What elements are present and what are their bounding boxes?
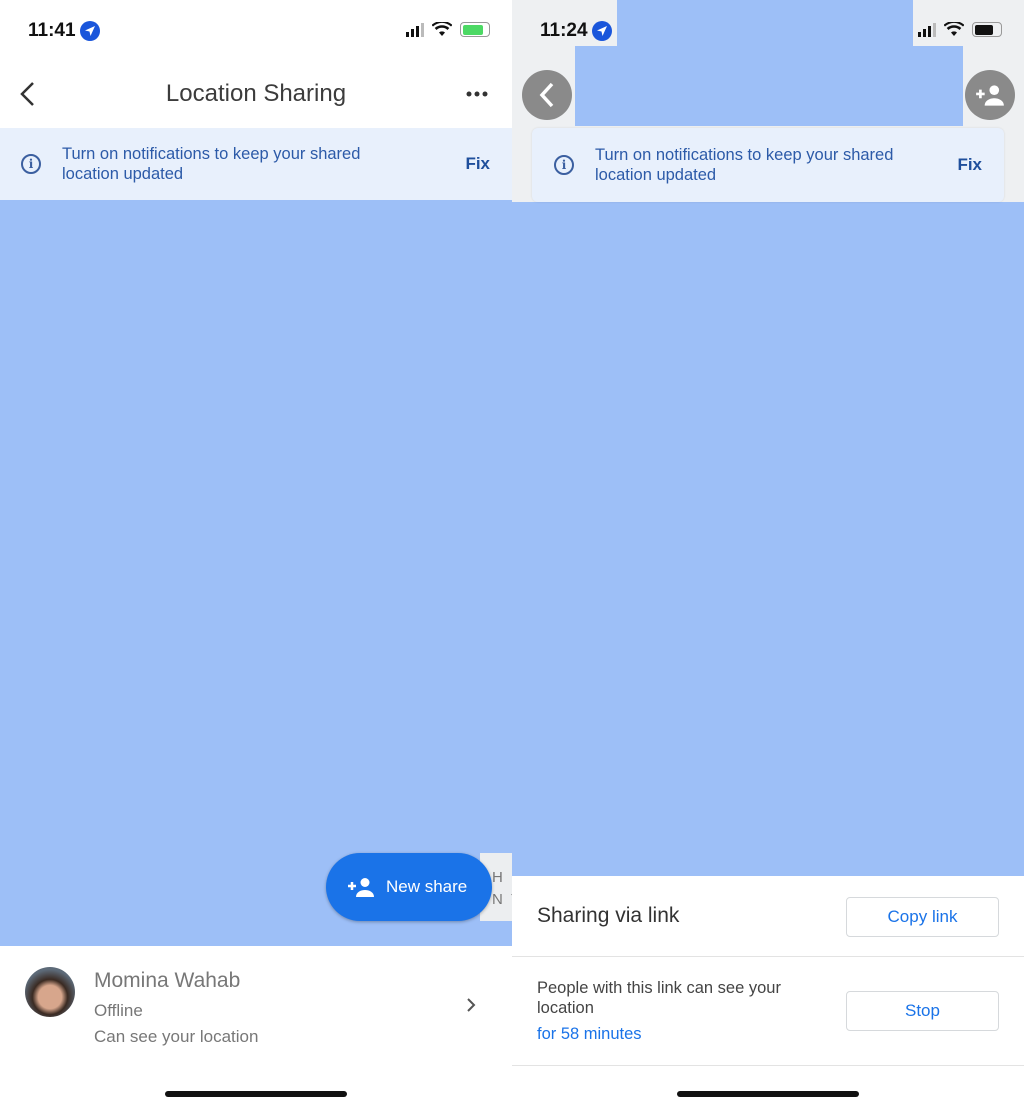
map-redaction bbox=[575, 46, 963, 126]
new-share-button[interactable]: New share bbox=[326, 853, 492, 921]
battery-icon bbox=[972, 22, 1002, 37]
contact-status: Offline bbox=[94, 1001, 143, 1020]
more-icon[interactable] bbox=[466, 90, 488, 98]
map-area[interactable] bbox=[0, 200, 512, 946]
right-screen: 11:24 i Turn on notifications to keep yo… bbox=[512, 0, 1024, 1108]
back-icon bbox=[539, 82, 554, 108]
left-screen: 11:41 Location Sharing i Turn on notific… bbox=[0, 0, 512, 1108]
signal-icon bbox=[406, 22, 424, 37]
status-icons bbox=[918, 22, 1002, 37]
home-indicator bbox=[165, 1091, 347, 1097]
copy-link-button[interactable]: Copy link bbox=[846, 897, 999, 937]
wifi-icon bbox=[944, 22, 964, 36]
notification-banner: i Turn on notifications to keep your sha… bbox=[532, 128, 1004, 202]
map-area[interactable] bbox=[512, 202, 1024, 876]
info-icon: i bbox=[554, 155, 574, 175]
divider bbox=[512, 1065, 1024, 1066]
info-icon: i bbox=[21, 154, 41, 174]
link-sharing-sheet: Sharing via link Copy link People with t… bbox=[512, 876, 1024, 1108]
stop-button[interactable]: Stop bbox=[846, 991, 999, 1031]
status-time: 11:24 bbox=[540, 20, 612, 42]
sheet-title: Sharing via link bbox=[537, 904, 680, 927]
add-person-button[interactable] bbox=[965, 70, 1015, 120]
contact-permission: Can see your location bbox=[94, 1027, 259, 1046]
add-person-icon bbox=[976, 85, 1004, 106]
map-redaction bbox=[617, 0, 913, 46]
home-indicator bbox=[677, 1091, 859, 1097]
fix-button[interactable]: Fix bbox=[465, 154, 490, 174]
contact-row[interactable]: Momina Wahab Offline Can see your locati… bbox=[0, 946, 512, 1050]
avatar bbox=[25, 967, 75, 1017]
link-description: People with this link can see your locat… bbox=[537, 979, 781, 1017]
contact-name: Momina Wahab bbox=[94, 969, 241, 992]
location-arrow-icon bbox=[79, 21, 100, 41]
fix-button[interactable]: Fix bbox=[957, 155, 982, 175]
location-arrow-icon bbox=[591, 21, 612, 41]
battery-icon bbox=[460, 22, 490, 37]
header: Location Sharing bbox=[0, 60, 512, 128]
notification-banner: i Turn on notifications to keep your sha… bbox=[0, 128, 512, 200]
add-person-icon bbox=[348, 878, 374, 897]
chevron-right-icon bbox=[467, 998, 476, 1012]
signal-icon bbox=[918, 22, 936, 37]
status-time: 11:41 bbox=[28, 20, 100, 42]
link-duration: for 58 minutes bbox=[537, 1025, 642, 1043]
wifi-icon bbox=[432, 22, 452, 36]
divider bbox=[512, 956, 1024, 957]
page-title: Location Sharing bbox=[165, 80, 347, 107]
status-icons bbox=[406, 22, 490, 37]
contact-sheet: Momina Wahab Offline Can see your locati… bbox=[0, 946, 512, 1108]
back-button[interactable] bbox=[522, 70, 572, 120]
